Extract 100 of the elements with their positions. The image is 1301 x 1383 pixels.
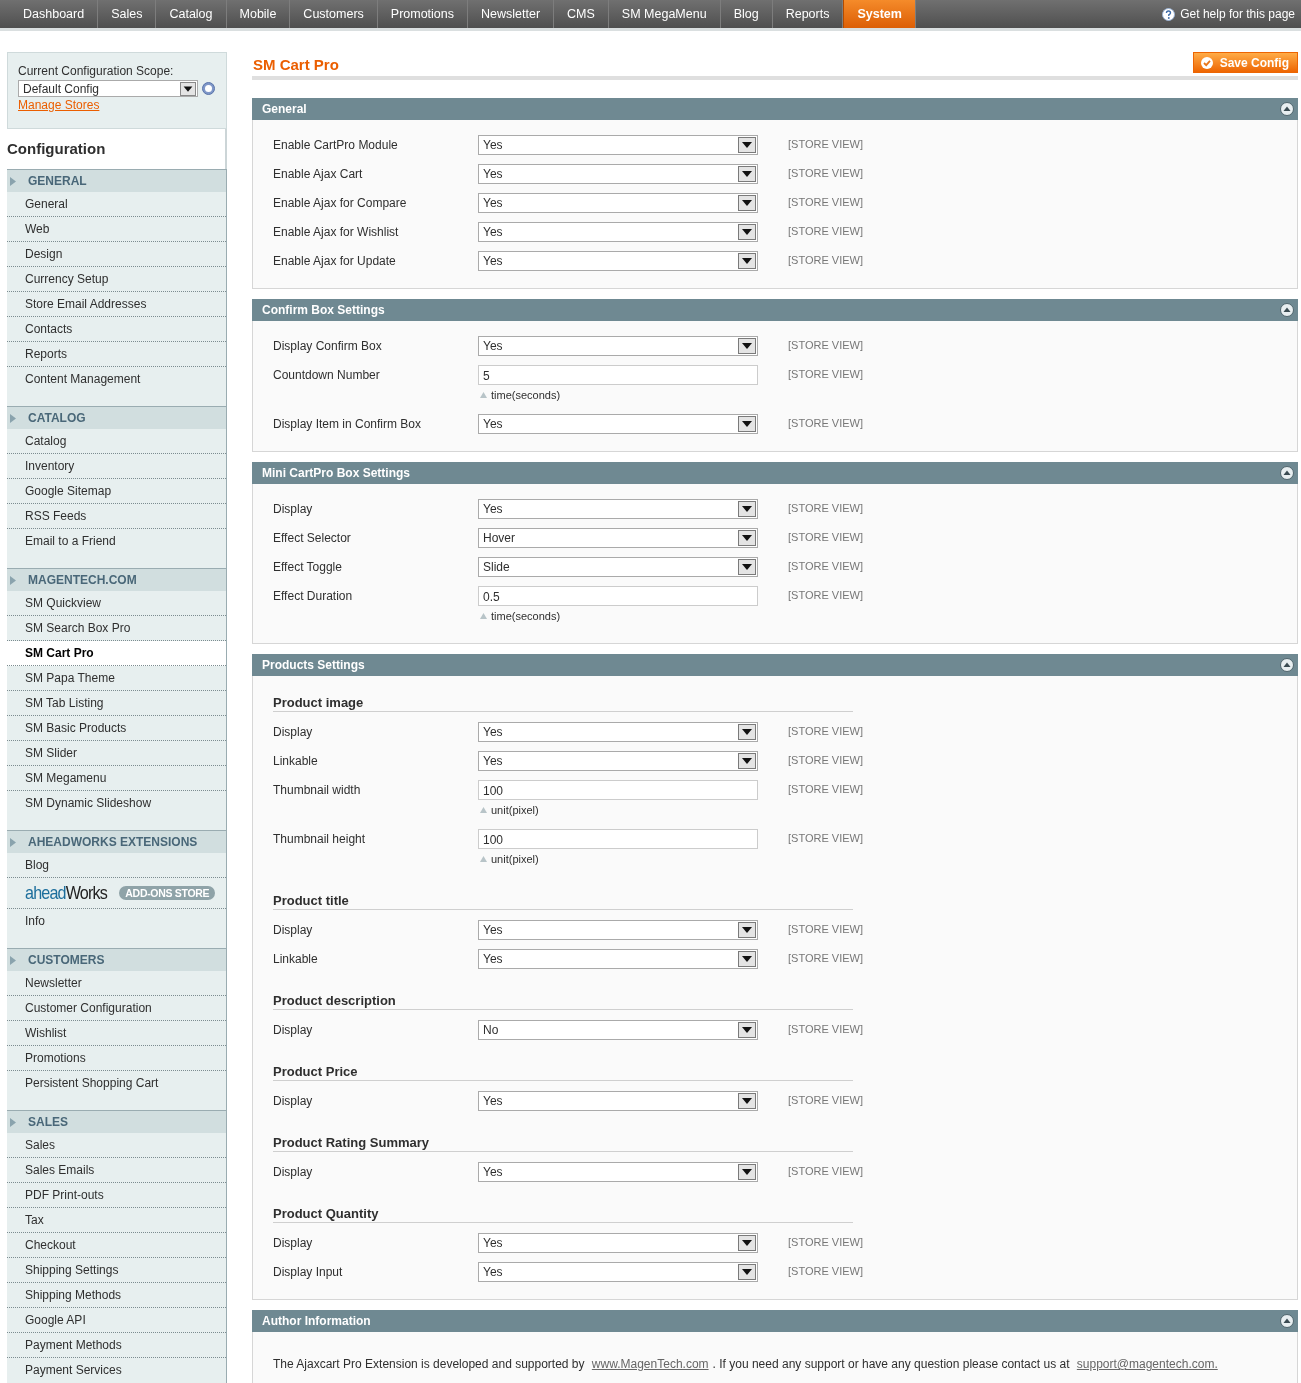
select-field[interactable]: Yes — [478, 949, 758, 969]
subsection-heading: Product description — [273, 993, 853, 1010]
section-header[interactable]: Products Settings — [252, 654, 1298, 676]
section-header[interactable]: Mini CartPro Box Settings — [252, 462, 1298, 484]
sidebar-group-header[interactable]: CUSTOMERS — [7, 949, 226, 971]
scope-text: [STORE VIEW] — [787, 1093, 863, 1106]
field-label: Enable Ajax for Update — [273, 253, 397, 268]
select-field[interactable]: Yes — [478, 251, 758, 271]
section-header[interactable]: Author Information — [252, 1310, 1298, 1332]
select-field[interactable]: Yes — [478, 135, 758, 155]
sidebar-item[interactable]: Customer Configuration — [7, 996, 226, 1021]
sidebar-item[interactable]: Newsletter — [7, 971, 226, 996]
sidebar-item[interactable]: Payment Services — [7, 1358, 226, 1382]
sidebar-item[interactable]: Google API — [7, 1308, 226, 1333]
sidebar-item[interactable]: General — [7, 192, 226, 217]
select-field[interactable]: Slide — [478, 557, 758, 577]
nav-tab[interactable]: Customers — [290, 0, 378, 28]
sidebar-item[interactable]: PDF Print-outs — [7, 1183, 226, 1208]
sidebar-item[interactable]: Currency Setup — [7, 267, 226, 292]
group-title: AHEADWORKS EXTENSIONS — [28, 835, 198, 849]
select-field[interactable]: Yes — [478, 193, 758, 213]
sidebar-item[interactable]: Info — [7, 909, 226, 933]
sidebar-item[interactable]: Catalog — [7, 429, 226, 454]
sidebar-item[interactable]: Web — [7, 217, 226, 242]
sidebar-item[interactable]: Promotions — [7, 1046, 226, 1071]
select-field[interactable]: Yes — [478, 1091, 758, 1111]
select-field[interactable]: Yes — [478, 751, 758, 771]
sidebar-item[interactable]: Reports — [7, 342, 226, 367]
sidebar-item[interactable]: Sales Emails — [7, 1158, 226, 1183]
sidebar-item[interactable]: SM Dynamic Slideshow — [7, 791, 226, 815]
select-field[interactable]: Yes — [478, 222, 758, 242]
group-title: MAGENTECH.COM — [28, 573, 137, 587]
section-header[interactable]: Confirm Box Settings — [252, 299, 1298, 321]
nav-tab[interactable]: Dashboard — [10, 0, 99, 28]
sidebar-item[interactable]: SM Basic Products — [7, 716, 226, 741]
sidebar-group-header[interactable]: AHEADWORKS EXTENSIONS — [7, 831, 226, 853]
sidebar-item[interactable]: Email to a Friend — [7, 529, 226, 553]
select-field[interactable]: Yes — [478, 499, 758, 519]
scope-text: [STORE VIEW] — [787, 782, 863, 795]
select-field[interactable]: Yes — [478, 414, 758, 434]
input-field[interactable]: 100 — [478, 829, 758, 849]
sidebar-item[interactable]: SM Megamenu — [7, 766, 226, 791]
nav-tab[interactable]: Mobile — [226, 0, 291, 28]
check-icon — [1200, 56, 1213, 69]
select-field[interactable]: Yes — [478, 1262, 758, 1282]
sidebar-item[interactable]: SM Quickview — [7, 591, 226, 616]
sidebar-item[interactable]: Checkout — [7, 1233, 226, 1258]
sidebar-item[interactable]: Payment Methods — [7, 1333, 226, 1358]
sidebar-item[interactable]: RSS Feeds — [7, 504, 226, 529]
sidebar-item[interactable]: Inventory — [7, 454, 226, 479]
sidebar-item[interactable]: Tax — [7, 1208, 226, 1233]
sidebar-item[interactable]: Content Management — [7, 367, 226, 391]
scope-text: [STORE VIEW] — [787, 416, 863, 429]
sidebar-item[interactable]: SM Cart Pro — [7, 641, 226, 666]
nav-tab[interactable]: CMS — [554, 0, 609, 28]
select-field[interactable]: No — [478, 1020, 758, 1040]
nav-tab[interactable]: Blog — [720, 0, 773, 28]
link[interactable]: www.MagenTech.com — [591, 1357, 709, 1371]
select-field[interactable]: Yes — [478, 164, 758, 184]
select-field[interactable]: Yes — [478, 336, 758, 356]
field-label: Display — [273, 1164, 314, 1179]
link[interactable]: support@magentech.com. — [1076, 1357, 1218, 1371]
select-field[interactable]: Yes — [478, 1233, 758, 1253]
nav-tab[interactable]: Catalog — [156, 0, 227, 28]
input-field[interactable]: 100 — [478, 780, 758, 800]
sidebar-item[interactable]: Contacts — [7, 317, 226, 342]
sidebar-item[interactable]: Shipping Methods — [7, 1283, 226, 1308]
field-label: Display — [273, 1235, 314, 1250]
field-label: Display — [273, 1093, 314, 1108]
sidebar-group-header[interactable]: SALES — [7, 1111, 226, 1133]
sidebar-item[interactable]: Blog — [7, 853, 226, 878]
sidebar-item[interactable]: Wishlist — [7, 1021, 226, 1046]
sidebar-item[interactable]: Persistent Shopping Cart — [7, 1071, 226, 1095]
field-note: unit(pixel) — [491, 804, 539, 816]
sidebar-item[interactable]: Sales — [7, 1133, 226, 1158]
nav-tab[interactable]: Sales — [98, 0, 157, 28]
aheadworks-logo[interactable]: aheadWorks — [25, 882, 107, 904]
nav-tab[interactable]: Newsletter — [468, 0, 555, 28]
select-field[interactable]: Yes — [478, 920, 758, 940]
field-label: Display — [273, 922, 314, 937]
sidebar-group-header[interactable]: MAGENTECH.COM — [7, 569, 226, 591]
input-field[interactable]: 0.5 — [478, 586, 758, 606]
sidebar-group-header[interactable]: CATALOG — [7, 407, 226, 429]
sidebar-item[interactable]: Shipping Settings — [7, 1258, 226, 1283]
select-field[interactable]: Yes — [478, 722, 758, 742]
help-link[interactable]: Get help for this page — [1180, 7, 1295, 21]
sidebar-item[interactable]: SM Slider — [7, 741, 226, 766]
nav-tab[interactable]: Promotions — [377, 0, 469, 28]
sidebar-item[interactable]: Google Sitemap — [7, 479, 226, 504]
section-header[interactable]: General — [252, 98, 1298, 120]
input-field[interactable]: 5 — [478, 365, 758, 385]
select-field[interactable]: Yes — [478, 1162, 758, 1182]
sidebar-item[interactable]: Design — [7, 242, 226, 267]
sidebar-item[interactable]: SM Tab Listing — [7, 691, 226, 716]
scope-select[interactable]: Default Config — [18, 80, 198, 97]
sidebar-item[interactable]: Store Email Addresses — [7, 292, 226, 317]
sidebar-group-header[interactable]: GENERAL — [7, 170, 226, 192]
sidebar-item[interactable]: SM Papa Theme — [7, 666, 226, 691]
nav-tab[interactable]: SM MegaMenu — [608, 0, 721, 28]
select-field[interactable]: Hover — [478, 528, 758, 548]
